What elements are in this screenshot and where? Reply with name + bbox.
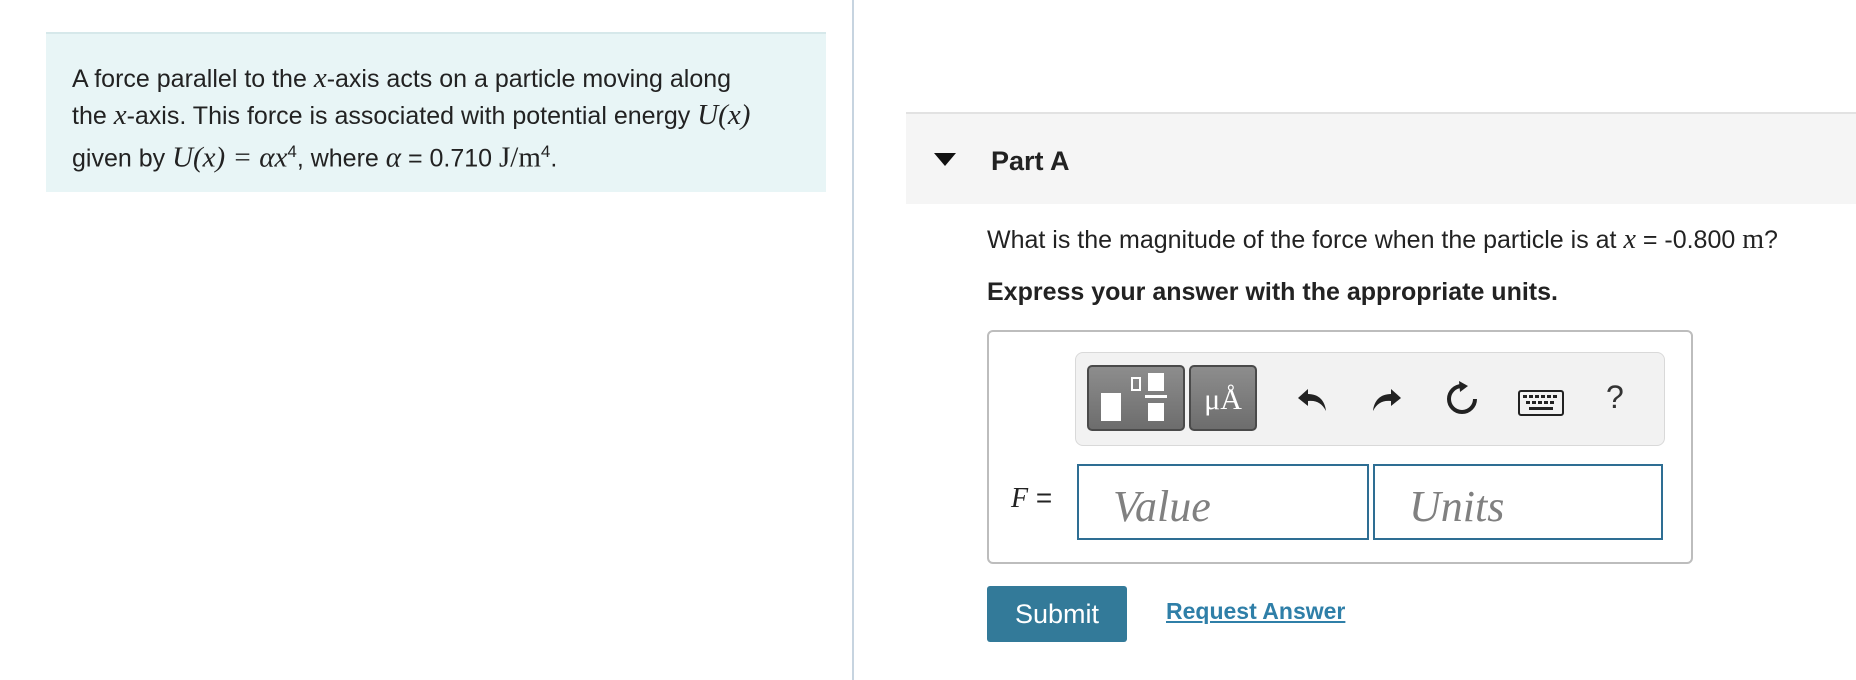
math-alpha: α: [385, 141, 401, 174]
units-input[interactable]: [1373, 464, 1663, 540]
part-title: Part A: [991, 146, 1070, 176]
undo-icon[interactable]: [1294, 379, 1334, 419]
problem-text-part: .: [550, 144, 558, 173]
problem-statement: A force parallel to the x-axis acts on a…: [46, 32, 826, 192]
problem-text-part: given by: [72, 144, 173, 173]
templates-icon-part: [1148, 373, 1164, 391]
templates-icon-part: [1148, 403, 1164, 421]
problem-text-part: = 0.710: [401, 144, 499, 173]
math-exponent: 4: [287, 142, 297, 161]
value-input[interactable]: [1077, 464, 1369, 540]
math-unit: m: [1742, 224, 1764, 255]
templates-icon-part: [1145, 395, 1167, 398]
equals-sign: =: [1028, 482, 1053, 513]
math-x: x: [313, 62, 327, 94]
part-header[interactable]: Part A: [906, 112, 1856, 204]
redo-icon[interactable]: [1365, 379, 1405, 419]
problem-text-part: the: [72, 102, 114, 130]
math-variable: F: [1011, 483, 1029, 514]
math-unit: J/m: [499, 141, 541, 174]
units-label: μÅ: [1204, 383, 1242, 416]
caret-down-icon[interactable]: [934, 153, 956, 166]
templates-button[interactable]: [1087, 365, 1185, 431]
keyboard-icon[interactable]: [1518, 383, 1564, 423]
reset-icon[interactable]: [1442, 379, 1482, 419]
units-button[interactable]: μÅ: [1189, 365, 1257, 431]
question-part: = -0.800: [1635, 226, 1743, 254]
problem-text-part: -axis. This force is associated with pot…: [126, 102, 698, 130]
question-part: ?: [1764, 226, 1778, 254]
question-text: What is the magnitude of the force when …: [987, 224, 1778, 256]
templates-icon: [1101, 393, 1121, 421]
math-formula: U(x) = αx: [172, 141, 288, 174]
math-potential: U(x): [697, 99, 751, 131]
problem-text-part: , where: [296, 144, 386, 173]
instruction-text: Express your answer with the appropriate…: [987, 278, 1558, 306]
answer-variable-label: F =: [1011, 482, 1052, 515]
problem-text-part: -axis acts on a particle moving along: [326, 65, 732, 93]
help-button[interactable]: ?: [1606, 379, 1624, 416]
answer-box: μÅ ? F =: [987, 330, 1693, 564]
submit-button[interactable]: Submit: [987, 586, 1127, 642]
problem-text-part: A force parallel to the: [72, 65, 314, 93]
panel-divider: [852, 0, 854, 680]
question-part: What is the magnitude of the force when …: [987, 226, 1624, 254]
templates-icon-part: [1131, 377, 1141, 391]
problem-text: A force parallel to the x-axis acts on a…: [72, 60, 800, 176]
math-exponent: 4: [540, 142, 551, 161]
math-x: x: [113, 99, 127, 131]
math-toolbar: μÅ ?: [1075, 352, 1665, 446]
request-answer-link[interactable]: Request Answer: [1166, 598, 1345, 625]
math-x: x: [1623, 224, 1636, 255]
